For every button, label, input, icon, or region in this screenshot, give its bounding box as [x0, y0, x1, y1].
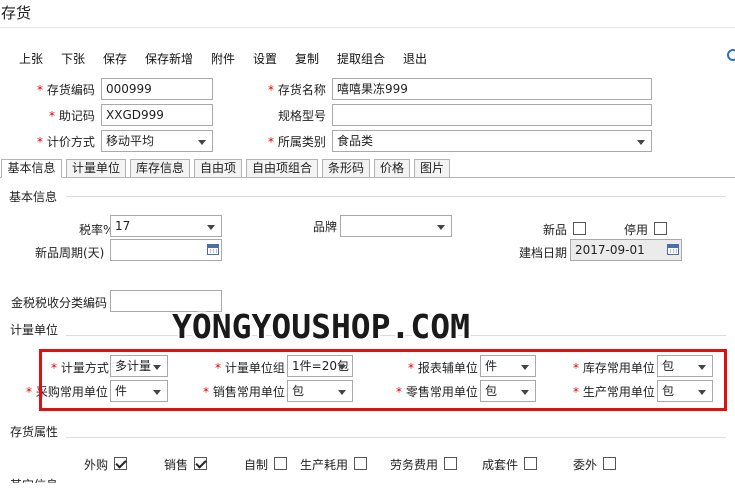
new-product-checkbox[interactable]	[573, 222, 586, 235]
attributes-section-title: 存货属性	[10, 425, 59, 439]
brand-select[interactable]	[340, 215, 452, 237]
new-period-label: 新品周期(天)	[35, 246, 105, 260]
radio-icon[interactable]	[727, 49, 735, 61]
copy-button[interactable]: 复制	[295, 50, 319, 67]
code-input[interactable]: 000999	[101, 78, 213, 100]
highlight-box	[39, 349, 727, 411]
attr-label-self-made: 自制	[244, 458, 269, 472]
pricing-select[interactable]: 移动平均	[101, 130, 213, 152]
new-period-input[interactable]	[110, 239, 222, 261]
tab-basic-info[interactable]: 基本信息	[1, 159, 62, 178]
calendar-icon[interactable]	[207, 244, 219, 255]
next-button[interactable]: 下张	[61, 50, 85, 67]
mnemonic-input[interactable]: XXGD999	[101, 104, 213, 126]
tab-barcode[interactable]: 条形码	[322, 159, 370, 178]
watermark-text: YONGYOUSHOP.COM	[172, 307, 471, 346]
attr-checkbox-outsourced-purchase[interactable]	[114, 457, 127, 470]
tab-image[interactable]: 图片	[414, 159, 450, 178]
basic-section-title: 基本信息	[9, 190, 58, 204]
mnemonic-label: * 助记码	[49, 109, 95, 123]
name-label: * 存货名称	[268, 83, 326, 97]
brand-label: 品牌	[313, 220, 338, 234]
extract-combo-button[interactable]: 提取组合	[337, 50, 385, 67]
units-section-title: 计量单位	[10, 323, 59, 337]
attr-checkbox-outsourcing[interactable]	[603, 457, 616, 470]
tab-free-items[interactable]: 自由项	[194, 159, 242, 178]
attr-label-service-fee: 劳务费用	[390, 458, 439, 472]
new-product-label: 新品	[543, 223, 568, 237]
name-input[interactable]: 嘻嘻果冻999	[332, 78, 652, 100]
tax-code-label: 金税税收分类编码	[11, 296, 108, 310]
created-date-input: 2017-09-01	[570, 239, 682, 261]
disabled-label: 停用	[624, 223, 649, 237]
attr-checkbox-sales[interactable]	[194, 457, 207, 470]
exit-button[interactable]: 退出	[403, 50, 427, 67]
attr-checkbox-kit[interactable]	[524, 457, 537, 470]
attr-label-outsourcing: 委外	[573, 458, 598, 472]
attr-label-kit: 成套件	[482, 458, 519, 472]
save-button[interactable]: 保存	[103, 50, 127, 67]
created-date-label: 建档日期	[519, 246, 568, 260]
basic-section-divider	[66, 196, 726, 197]
attachment-button[interactable]: 附件	[211, 50, 235, 67]
spec-input[interactable]	[332, 104, 652, 126]
attr-label-production-use: 生产耗用	[300, 458, 349, 472]
window-title: 存货	[1, 4, 32, 22]
attributes-section-divider	[66, 437, 726, 438]
save-new-button[interactable]: 保存新增	[145, 50, 193, 67]
pricing-label: * 计价方式	[37, 135, 95, 149]
attr-checkbox-service-fee[interactable]	[444, 457, 457, 470]
attr-label-outsourced-purchase: 外购	[84, 458, 109, 472]
tax-select[interactable]: 17	[110, 215, 222, 237]
disabled-checkbox[interactable]	[654, 222, 667, 235]
prev-button[interactable]: 上张	[19, 50, 43, 67]
tab-stock-info[interactable]: 库存信息	[130, 159, 190, 178]
code-label: * 存货编码	[37, 83, 95, 97]
other-section-title: 其它信息	[10, 478, 59, 492]
attr-label-sales: 销售	[164, 458, 189, 472]
category-label: * 所属类别	[268, 135, 326, 149]
category-select[interactable]: 食品类	[332, 130, 652, 152]
attr-checkbox-self-made[interactable]	[274, 457, 287, 470]
tab-price[interactable]: 价格	[374, 159, 410, 178]
tab-free-item-combo[interactable]: 自由项组合	[246, 159, 318, 178]
attr-checkbox-production-use[interactable]	[354, 457, 367, 470]
settings-button[interactable]: 设置	[253, 50, 277, 67]
spec-label: 规格型号	[278, 109, 327, 123]
calendar-icon	[667, 244, 679, 255]
tab-units[interactable]: 计量单位	[66, 159, 126, 178]
title-divider	[0, 27, 735, 28]
